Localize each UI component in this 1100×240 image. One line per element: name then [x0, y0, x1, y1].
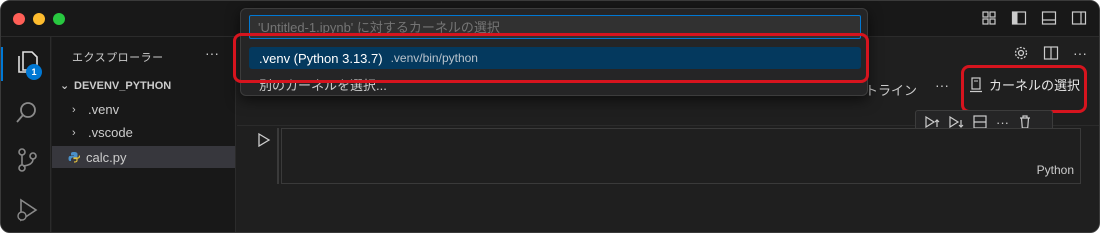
sidebar-title: エクスプローラー: [72, 52, 164, 64]
search-icon[interactable]: [14, 99, 40, 125]
activity-bar: 1: [1, 37, 51, 232]
quick-pick-annotation-highlight: [233, 33, 869, 83]
layout-controls: [981, 10, 1087, 26]
workspace-root-label: DEVENV_PYTHON: [74, 79, 172, 92]
notebook-toolbar-more-button[interactable]: ···: [935, 77, 949, 93]
tree-item-vscode[interactable]: › .vscode: [72, 125, 133, 140]
tree-item-label: .vscode: [88, 125, 133, 140]
code-cell[interactable]: Python: [281, 128, 1081, 184]
toggle-panel-icon[interactable]: [1041, 10, 1057, 26]
tree-item-label: calc.py: [86, 149, 127, 165]
kernel-annotation-highlight: [961, 65, 1087, 113]
run-debug-icon[interactable]: [14, 197, 40, 223]
python-file-icon: [68, 152, 80, 163]
split-editor-icon[interactable]: [1043, 45, 1059, 61]
run-cell-icon[interactable]: [257, 133, 271, 147]
tree-item-venv[interactable]: › .venv: [72, 102, 119, 117]
tree-item-label: .venv: [88, 102, 120, 117]
chevron-right-icon: ›: [72, 126, 76, 139]
workspace-root[interactable]: ⌄ DEVENV_PYTHON: [60, 79, 172, 93]
explorer-sidebar: エクスプローラー ··· ⌄ DEVENV_PYTHON › .venv › .…: [52, 37, 236, 232]
editor-more-button[interactable]: ···: [1073, 45, 1087, 61]
cell-language-label[interactable]: Python: [1037, 163, 1074, 177]
toggle-secondary-sidebar-icon[interactable]: [1071, 10, 1087, 26]
editor-actions: ···: [1013, 45, 1087, 61]
active-indicator: [1, 47, 3, 81]
close-window-button[interactable]: [13, 13, 25, 25]
chevron-down-icon: ⌄: [60, 80, 70, 92]
maximize-window-button[interactable]: [53, 13, 65, 25]
gear-icon[interactable]: [1013, 45, 1029, 61]
outline-button[interactable]: トライン: [865, 80, 917, 99]
toggle-primary-sidebar-icon[interactable]: [1011, 10, 1027, 26]
customize-layout-icon[interactable]: [981, 10, 997, 26]
minimize-window-button[interactable]: [33, 13, 45, 25]
vscode-window: 1 エクスプローラー ··· ⌄ DEVENV_PYTHON › .venv ›…: [0, 0, 1100, 233]
source-control-icon[interactable]: [14, 147, 40, 173]
sidebar-more-button[interactable]: ···: [205, 45, 219, 61]
cell-focus-indicator: [277, 128, 279, 184]
tree-item-calc-py[interactable]: calc.py: [52, 146, 235, 168]
chevron-right-icon: ›: [72, 103, 76, 116]
explorer-badge: 1: [26, 64, 42, 80]
